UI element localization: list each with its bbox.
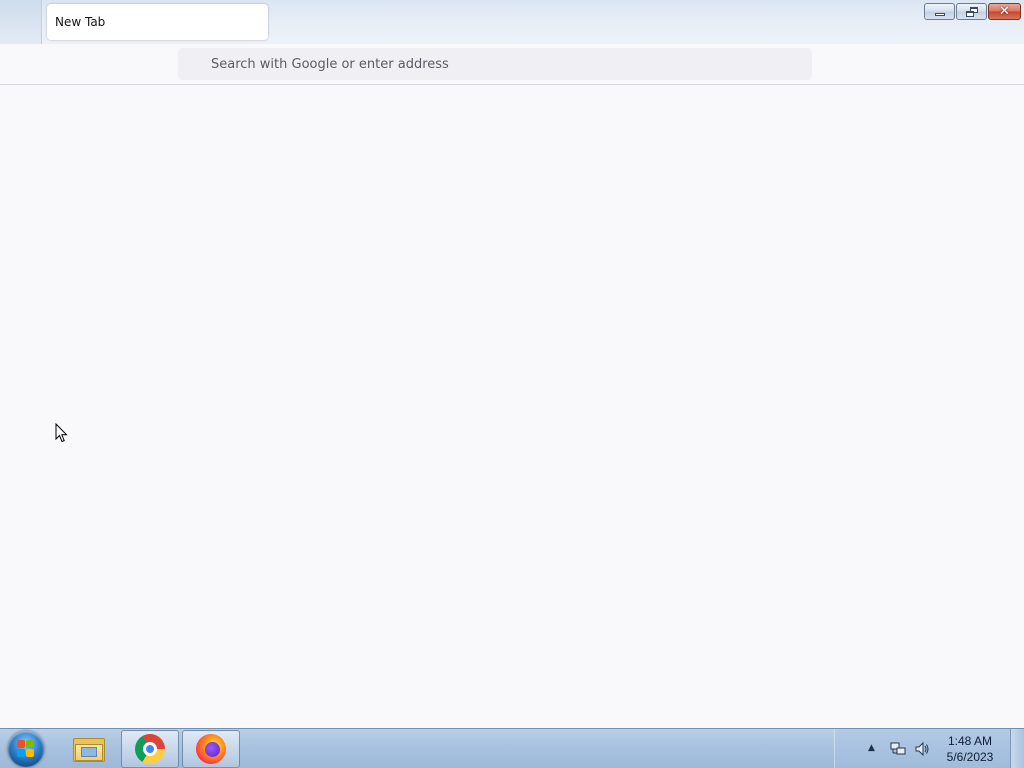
taskbar-explorer[interactable] [60,730,118,768]
navigation-bar [0,44,1024,85]
title-bar: New Tab ✕ [0,0,1024,44]
clock-time: 1:48 AM [947,734,993,748]
tab-new-tab[interactable]: New Tab [47,4,268,40]
close-icon: ✕ [999,4,1010,19]
taskbar-firefox[interactable] [182,730,240,768]
mouse-cursor-icon [55,423,68,443]
taskbar: ▲ 1:48 AM 5/6/2023 [0,728,1024,768]
minimize-icon [934,13,945,16]
restore-icon [965,6,978,17]
taskbar-chrome[interactable] [121,730,179,768]
show-hidden-icons-icon[interactable]: ▲ [868,743,875,753]
network-icon[interactable] [890,741,906,757]
show-desktop-button[interactable] [1010,729,1024,768]
start-button[interactable] [6,730,46,768]
firefox-icon [196,734,226,764]
minimize-button[interactable] [924,3,955,20]
volume-icon[interactable] [914,741,930,757]
clock-date: 5/6/2023 [946,750,994,764]
restore-button[interactable] [956,3,987,20]
window-controls: ✕ [924,3,1021,20]
windows-start-icon [8,731,44,767]
clock[interactable]: 1:48 AM 5/6/2023 [940,733,1000,765]
new-tab-page [0,85,1024,728]
tab-title: New Tab [55,15,106,29]
address-bar[interactable] [178,48,812,80]
chrome-icon [135,734,165,764]
close-button[interactable]: ✕ [988,3,1021,20]
folder-icon [73,736,105,762]
tab-strip-left [0,0,42,44]
system-tray: ▲ 1:48 AM 5/6/2023 [834,729,1024,768]
